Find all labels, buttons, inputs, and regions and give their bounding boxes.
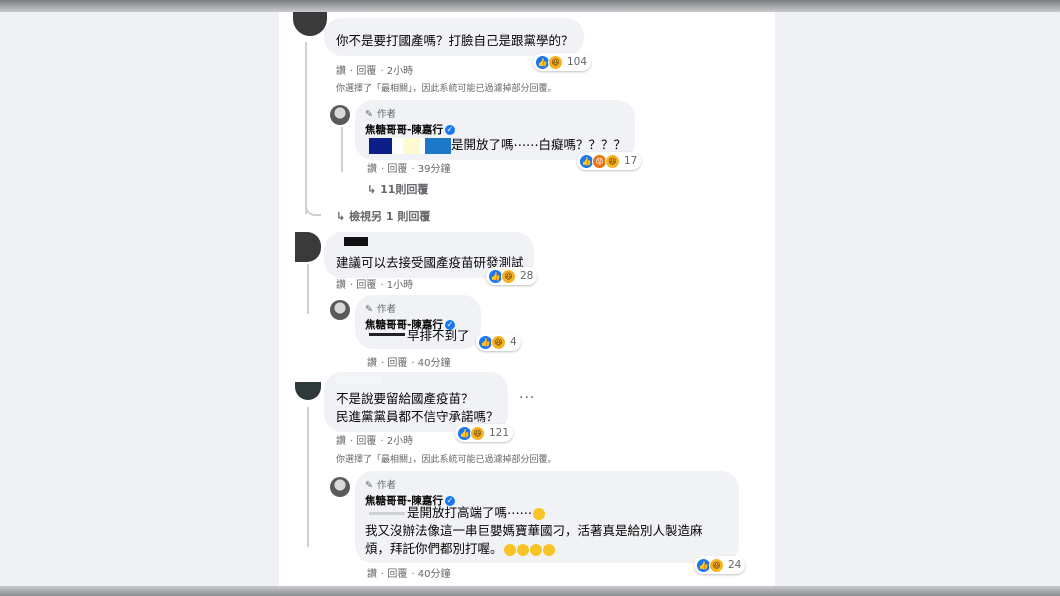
- censored-name: [344, 237, 368, 246]
- smile-emoji-icon: [542, 543, 555, 556]
- reply-text: 早排不到了: [407, 328, 470, 343]
- comments-panel: 你不是要打國產嗎？打臉自己是跟黨學的？ 👍 😆 104 讚 · 回覆 · 2小時 你選…: [279, 12, 775, 586]
- thread-line: [307, 407, 309, 547]
- pencil-icon: ✎: [365, 480, 373, 491]
- reaction-count: 4: [510, 336, 517, 348]
- censored-mention: [369, 512, 405, 515]
- comment-meta: 讚 · 回覆 · 2小時: [336, 66, 414, 77]
- more-replies-link[interactable]: ↳ 11則回覆: [367, 181, 428, 197]
- view-more-replies-link[interactable]: ↳ 檢視另 1 則回覆: [336, 208, 430, 224]
- haha-reaction-icon: 😆: [605, 153, 620, 169]
- reply-bubble: ✎ 作者 焦糖哥哥-陳嘉行 ✓ 是開放了嗎⋯⋯白癡嗎？？？？: [355, 100, 635, 160]
- like-link[interactable]: 讚: [367, 164, 377, 175]
- author-tag: 作者: [376, 109, 396, 120]
- reply-text-line: 是開放打高端了嗎⋯⋯: [407, 504, 546, 522]
- author-name[interactable]: 焦糖哥哥-陳嘉行: [365, 124, 443, 136]
- haha-reaction-icon: 😆: [548, 54, 563, 70]
- filter-note: 你選擇了「最相關」，因此系統可能已過濾掉部分回覆。: [336, 84, 557, 94]
- thread-curve: [305, 200, 321, 216]
- author-avatar[interactable]: [330, 105, 350, 125]
- verified-icon: ✓: [444, 124, 455, 135]
- reply-text-segment: 是開放打高端了嗎⋯⋯: [407, 505, 533, 520]
- reply-meta: 讚 · 回覆 · 40分鐘: [367, 358, 451, 369]
- window-bottom-bar: [0, 586, 1060, 596]
- like-link[interactable]: 讚: [336, 280, 346, 291]
- commenter-avatar[interactable]: [295, 382, 321, 400]
- reaction-badge[interactable]: 👍 😆 121: [455, 424, 514, 442]
- comment-bubble: 你不是要打國產嗎？打臉自己是跟黨學的？: [324, 18, 584, 56]
- comment-text: 你不是要打國產嗎？打臉自己是跟黨學的？: [336, 33, 574, 48]
- reply-link[interactable]: 回覆: [356, 280, 376, 291]
- reply-bubble: ✎ 作者 焦糖哥哥-陳嘉行 ✓ 早排不到了: [355, 295, 481, 349]
- reaction-badge[interactable]: 👍 😆 4: [476, 333, 521, 351]
- reply-link[interactable]: 回覆: [387, 358, 407, 369]
- comment-meta: 讚 · 回覆 · 2小時: [336, 436, 414, 447]
- reply-text-line: 我又沒辦法像這一串巨嬰媽寶華國刁，活著真是給別人製造麻: [365, 523, 703, 538]
- like-link[interactable]: 讚: [336, 436, 346, 447]
- timestamp[interactable]: 40分鐘: [418, 358, 451, 369]
- haha-reaction-icon: 😆: [709, 557, 724, 573]
- timestamp[interactable]: 2小時: [387, 436, 413, 447]
- view-more-label: 檢視另 1 則回覆: [349, 210, 431, 223]
- censored-name: [336, 376, 382, 384]
- reply-link[interactable]: 回覆: [356, 66, 376, 77]
- reply-text-segment: 煩，拜託你們都別打喔。: [365, 541, 503, 556]
- reaction-badge[interactable]: 👍 😡 😆 17: [577, 152, 642, 170]
- reply-text-line: 煩，拜託你們都別打喔。: [365, 540, 555, 558]
- like-link[interactable]: 讚: [336, 66, 346, 77]
- more-replies-label: 11則回覆: [380, 183, 429, 196]
- timestamp[interactable]: 2小時: [387, 66, 413, 77]
- reply-arrow-icon: ↳: [336, 210, 346, 223]
- commenter-avatar[interactable]: [295, 232, 321, 262]
- timestamp[interactable]: 39分鐘: [418, 164, 451, 175]
- reaction-count: 24: [728, 559, 742, 571]
- smile-emoji-icon: [516, 543, 529, 556]
- comment-meta: 讚 · 回覆 · 1小時: [336, 280, 414, 291]
- thread-line: [305, 42, 307, 214]
- reaction-badge[interactable]: 👍 😆 24: [694, 556, 746, 574]
- reply-meta: 讚 · 回覆 · 40分鐘: [367, 569, 451, 580]
- reply-link[interactable]: 回覆: [387, 164, 407, 175]
- smile-emoji-icon: [533, 507, 546, 520]
- haha-reaction-icon: 😆: [491, 334, 506, 350]
- haha-reaction-icon: 😆: [470, 425, 485, 441]
- author-avatar[interactable]: [330, 300, 350, 320]
- timestamp[interactable]: 40分鐘: [418, 569, 451, 580]
- reaction-count: 28: [520, 270, 534, 282]
- window-top-bar: [0, 0, 1060, 12]
- reaction-count: 104: [567, 56, 588, 68]
- author-tag: 作者: [376, 304, 396, 315]
- reply-link[interactable]: 回覆: [387, 569, 407, 580]
- reply-arrow-icon: ↳: [367, 183, 377, 196]
- reply-bubble: ✎ 作者 焦糖哥哥-陳嘉行 ✓ 是開放打高端了嗎⋯⋯ 我又沒辦法像這一串巨嬰媽寶華…: [355, 471, 739, 563]
- reaction-badge[interactable]: 👍 😆 104: [533, 53, 592, 71]
- more-options-button[interactable]: ···: [519, 390, 535, 406]
- censored-mention: [369, 333, 405, 336]
- reaction-count: 121: [489, 427, 510, 439]
- reaction-badge[interactable]: 👍 😆 28: [486, 267, 538, 285]
- comment-text-line: 不是說要留給國產疫苗？: [336, 391, 474, 406]
- author-tag: 作者: [376, 480, 396, 491]
- like-link[interactable]: 讚: [367, 569, 377, 580]
- reply-meta: 讚 · 回覆 · 39分鐘: [367, 164, 451, 175]
- haha-reaction-icon: 😆: [501, 268, 516, 284]
- author-avatar[interactable]: [330, 477, 350, 497]
- timestamp[interactable]: 1小時: [387, 280, 413, 291]
- thread-line: [307, 264, 309, 314]
- commenter-avatar[interactable]: [293, 12, 327, 36]
- like-link[interactable]: 讚: [367, 358, 377, 369]
- reaction-count: 17: [624, 155, 638, 167]
- comment-bubble: 不是說要留給國產疫苗？ 民進黨黨員都不信守承諾嗎？: [324, 372, 508, 432]
- pencil-icon: ✎: [365, 109, 373, 120]
- smile-emoji-icon: [529, 543, 542, 556]
- reply-link[interactable]: 回覆: [356, 436, 376, 447]
- censored-mention: [369, 138, 451, 154]
- pencil-icon: ✎: [365, 304, 373, 315]
- filter-note: 你選擇了「最相關」，因此系統可能已過濾掉部分回覆。: [336, 455, 557, 465]
- smile-emoji-icon: [503, 543, 516, 556]
- thread-line: [341, 127, 343, 172]
